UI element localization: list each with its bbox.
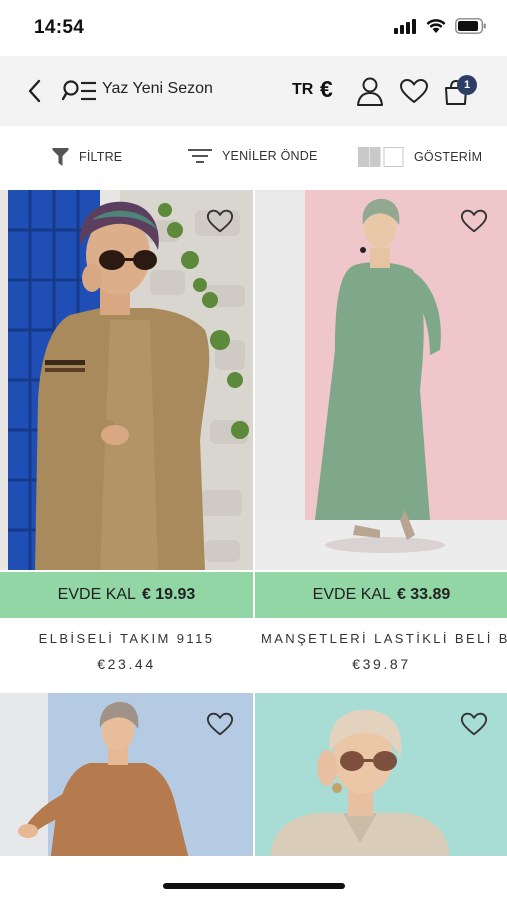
view-label: GÖSTERİM: [414, 150, 483, 164]
heart-icon[interactable]: [399, 78, 429, 104]
product-price: €23.44: [97, 656, 156, 672]
status-time: 14:54: [34, 17, 85, 38]
product-image[interactable]: [255, 190, 507, 570]
favorite-heart-icon[interactable]: [206, 208, 234, 234]
currency-selector[interactable]: €: [320, 76, 333, 103]
product-card[interactable]: EVDE KAL € 19.93 ELBİSELİ TAKIM 9115 €23…: [0, 190, 253, 690]
product-card[interactable]: EVDE KAL € 33.89 MANŞETLERİ LASTİKLİ BEL…: [255, 190, 507, 690]
product-card[interactable]: [255, 693, 507, 863]
promo-label: EVDE KAL: [312, 586, 391, 603]
favorite-heart-icon[interactable]: [460, 208, 488, 234]
product-price: €39.87: [352, 656, 411, 672]
favorite-heart-icon[interactable]: [206, 711, 234, 737]
promo-price: € 33.89: [396, 586, 451, 603]
filter-label: FİLTRE: [79, 150, 123, 164]
promo-label: EVDE KAL: [57, 586, 136, 603]
page-title[interactable]: Yaz Yeni Sezon: [102, 80, 213, 98]
product-image[interactable]: [0, 190, 253, 570]
view-toggle-button[interactable]: GÖSTERİM: [358, 147, 482, 167]
status-bar: 14:54: [0, 0, 507, 56]
sort-label: YENİLER ÖNDE: [222, 149, 318, 163]
product-card[interactable]: [0, 693, 253, 863]
promo-price-banner: EVDE KAL € 19.93: [0, 572, 253, 618]
language-selector[interactable]: TR: [292, 81, 313, 99]
cart-count-badge: 1: [457, 75, 477, 95]
search-menu-icon[interactable]: [62, 79, 98, 103]
home-indicator-area: [0, 856, 507, 900]
filter-button[interactable]: FİLTRE: [52, 147, 122, 167]
favorite-heart-icon[interactable]: [460, 711, 488, 737]
sort-icon: [188, 149, 212, 163]
home-indicator-bar[interactable]: [163, 883, 345, 889]
battery-icon: [455, 18, 486, 34]
funnel-icon: [52, 148, 69, 166]
product-name[interactable]: MANŞETLERİ LASTİKLİ BELİ B: [255, 631, 507, 646]
back-icon[interactable]: [24, 78, 46, 104]
filter-bar: FİLTRE YENİLER ÖNDE GÖSTERİM: [0, 126, 507, 190]
promo-price: € 19.93: [141, 586, 196, 603]
user-icon[interactable]: [356, 76, 384, 106]
promo-price-banner: EVDE KAL € 33.89: [255, 572, 507, 618]
top-header: Yaz Yeni Sezon TR € 1: [0, 56, 507, 126]
sort-button[interactable]: YENİLER ÖNDE: [188, 147, 317, 165]
signal-icon: [394, 19, 416, 34]
wifi-icon: [426, 19, 446, 33]
grid-view-icon: [358, 147, 404, 167]
status-icons: [393, 18, 487, 34]
product-name[interactable]: ELBİSELİ TAKIM 9115: [0, 631, 253, 646]
